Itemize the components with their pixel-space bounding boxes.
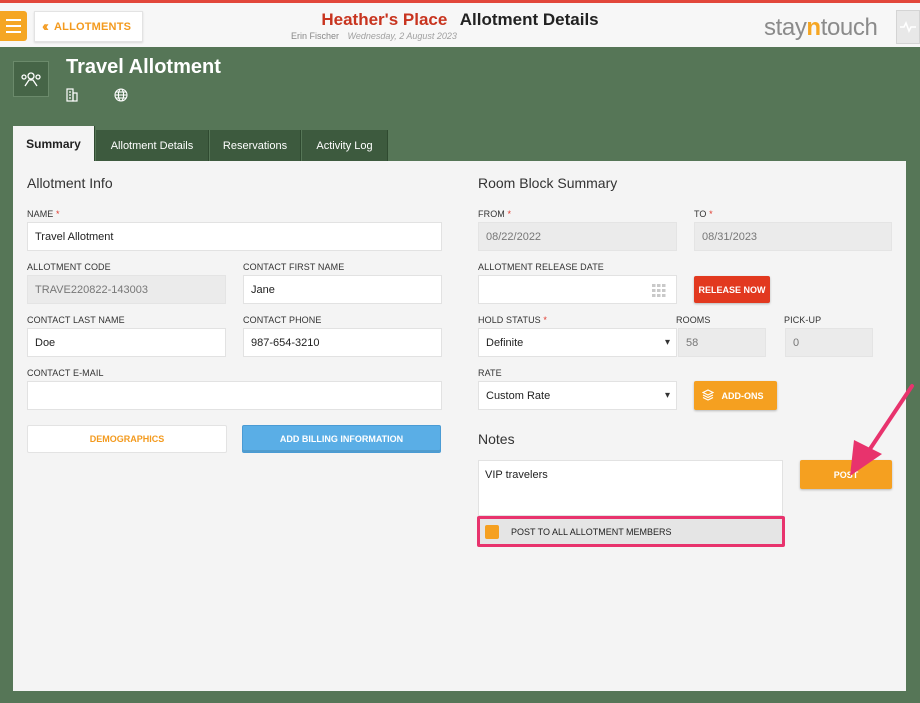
add-ons-label: ADD-ONS (721, 390, 764, 401)
hold-status-label: HOLD STATUS * (478, 315, 547, 325)
contact-first-name-label: CONTACT FIRST NAME (243, 262, 345, 272)
annotation-arrow-icon (850, 384, 914, 476)
activity-pulse-button[interactable] (896, 10, 920, 44)
to-date-field[interactable]: 08/31/2023 (694, 222, 892, 251)
pick-up-label: PICK-UP (784, 315, 822, 325)
hotel-name: Heather's Place (321, 10, 448, 29)
from-label: FROM * (478, 209, 512, 219)
contact-phone-input[interactable]: 987-654-3210 (243, 328, 442, 357)
menu-line (6, 31, 21, 33)
allotment-info-heading: Allotment Info (27, 175, 113, 191)
user-name: Erin Fischer (291, 31, 340, 41)
notes-textarea[interactable]: VIP travelers (478, 460, 783, 516)
allotment-code-field: TRAVE220822-143003 (27, 275, 226, 304)
to-label: TO * (694, 209, 713, 219)
building-icon (66, 88, 78, 107)
globe-icon (114, 88, 128, 107)
tab-summary[interactable]: Summary (13, 126, 95, 162)
room-block-summary-heading: Room Block Summary (478, 175, 618, 191)
add-billing-information-button[interactable]: ADD BILLING INFORMATION (242, 425, 441, 453)
rooms-label: ROOMS (676, 315, 711, 325)
notes-heading: Notes (478, 431, 515, 447)
top-header: ‹‹ ALLOTMENTS Heather's Place Allotment … (0, 0, 920, 47)
contact-email-input[interactable] (27, 381, 442, 410)
contact-first-name-input[interactable]: Jane (243, 275, 442, 304)
tab-allotment-details[interactable]: Allotment Details (96, 130, 209, 161)
allotment-code-label: ALLOTMENT CODE (27, 262, 111, 272)
highlight-annotation-box (477, 516, 785, 547)
release-now-button[interactable]: RELEASE NOW (694, 276, 770, 303)
hold-status-select[interactable]: Definite (478, 328, 677, 357)
pick-up-field: 0 (785, 328, 873, 357)
rooms-field: 58 (678, 328, 766, 357)
tab-activity-log[interactable]: Activity Log (302, 130, 388, 161)
contact-phone-label: CONTACT PHONE (243, 315, 322, 325)
allotment-icon (13, 61, 49, 97)
from-date-field[interactable]: 08/22/2022 (478, 222, 677, 251)
calendar-grid-icon (652, 284, 666, 297)
add-ons-button[interactable]: ADD-ONS (694, 381, 777, 410)
allotment-release-date-input[interactable] (478, 275, 677, 304)
page-heading: Allotment Details (459, 10, 599, 29)
contact-last-name-label: CONTACT LAST NAME (27, 315, 125, 325)
business-date: Wednesday, 2 August 2023 (347, 31, 457, 41)
contact-last-name-input[interactable]: Doe (27, 328, 226, 357)
layers-icon (702, 389, 714, 401)
rate-label: RATE (478, 368, 502, 378)
header-subline: Erin Fischer Wednesday, 2 August 2023 (291, 31, 457, 41)
brand-logo: stayntouch (764, 14, 878, 41)
contact-email-label: CONTACT E-MAIL (27, 368, 104, 378)
tab-reservations[interactable]: Reservations (210, 130, 301, 161)
page-title: Travel Allotment (66, 56, 221, 78)
allotment-release-date-label: ALLOTMENT RELEASE DATE (478, 262, 604, 272)
demographics-button[interactable]: DEMOGRAPHICS (27, 425, 227, 453)
pulse-icon (900, 21, 916, 33)
name-label: NAME * (27, 209, 60, 219)
rate-select[interactable]: Custom Rate (478, 381, 677, 410)
name-input[interactable]: Travel Allotment (27, 222, 442, 251)
